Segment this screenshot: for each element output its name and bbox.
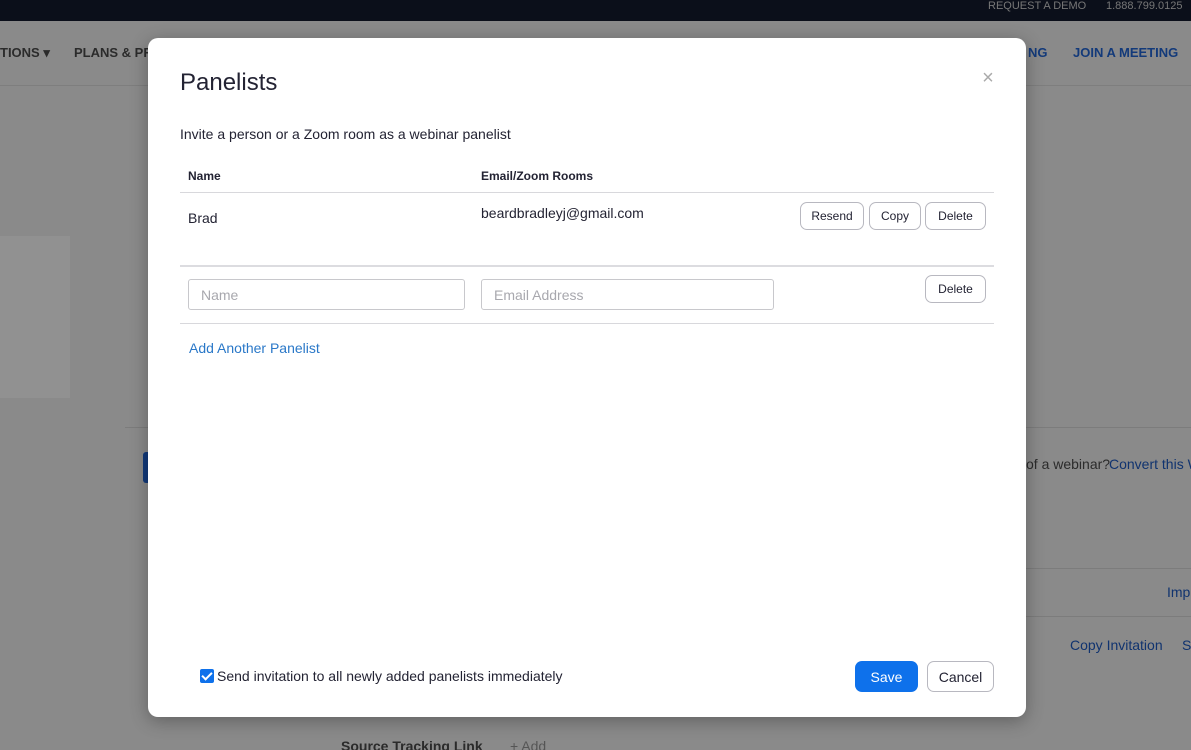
background-divider <box>1026 616 1191 617</box>
name-input[interactable] <box>188 279 465 310</box>
dialog-subtitle: Invite a person or a Zoom room as a webi… <box>180 126 511 142</box>
convert-webinar-link[interactable]: Convert this W <box>1109 456 1191 472</box>
source-tracking-add[interactable]: + Add <box>510 738 546 750</box>
nav-join-meeting[interactable]: JOIN A MEETING <box>1073 45 1178 60</box>
background-panel <box>0 236 70 398</box>
cancel-button[interactable]: Cancel <box>927 661 994 692</box>
convert-prompt: of a webinar? <box>1026 456 1111 472</box>
nav-host-meeting[interactable]: NG <box>1028 45 1048 60</box>
background-divider <box>1026 568 1191 569</box>
close-icon[interactable]: × <box>978 66 998 90</box>
send-invitation-checkbox[interactable] <box>200 669 214 683</box>
send-invitation-label[interactable]: Send invitation to all newly added panel… <box>217 668 563 684</box>
request-demo-link[interactable]: REQUEST A DEMO <box>988 0 1086 12</box>
header-divider <box>180 192 994 193</box>
nav-plans-pricing[interactable]: PLANS & PRI <box>74 45 156 60</box>
dialog-title: Panelists <box>180 69 278 96</box>
column-header-name: Name <box>188 169 221 183</box>
background-link[interactable]: S <box>1182 637 1191 653</box>
top-bar: REQUEST A DEMO 1.888.799.0125 <box>0 0 1191 21</box>
panelists-dialog: Panelists × Invite a person or a Zoom ro… <box>148 38 1026 717</box>
add-another-panelist-link[interactable]: Add Another Panelist <box>189 340 320 356</box>
save-button[interactable]: Save <box>855 661 918 692</box>
copy-button[interactable]: Copy <box>869 202 921 230</box>
phone-number: 1.888.799.0125 <box>1106 0 1183 12</box>
panelist-name: Brad <box>188 210 218 226</box>
row-divider <box>180 265 994 267</box>
source-tracking-label: Source Tracking Link <box>341 738 483 750</box>
row-divider <box>180 323 994 324</box>
resend-button[interactable]: Resend <box>800 202 864 230</box>
nav-solutions[interactable]: TIONS ▾ <box>0 45 50 61</box>
delete-new-row-button[interactable]: Delete <box>925 275 986 303</box>
import-link[interactable]: Imp <box>1167 584 1190 600</box>
copy-invitation-link[interactable]: Copy Invitation <box>1070 637 1163 653</box>
delete-button[interactable]: Delete <box>925 202 986 230</box>
email-input[interactable] <box>481 279 774 310</box>
column-header-email: Email/Zoom Rooms <box>481 169 594 183</box>
panelist-email: beardbradleyj@gmail.com <box>481 205 644 221</box>
